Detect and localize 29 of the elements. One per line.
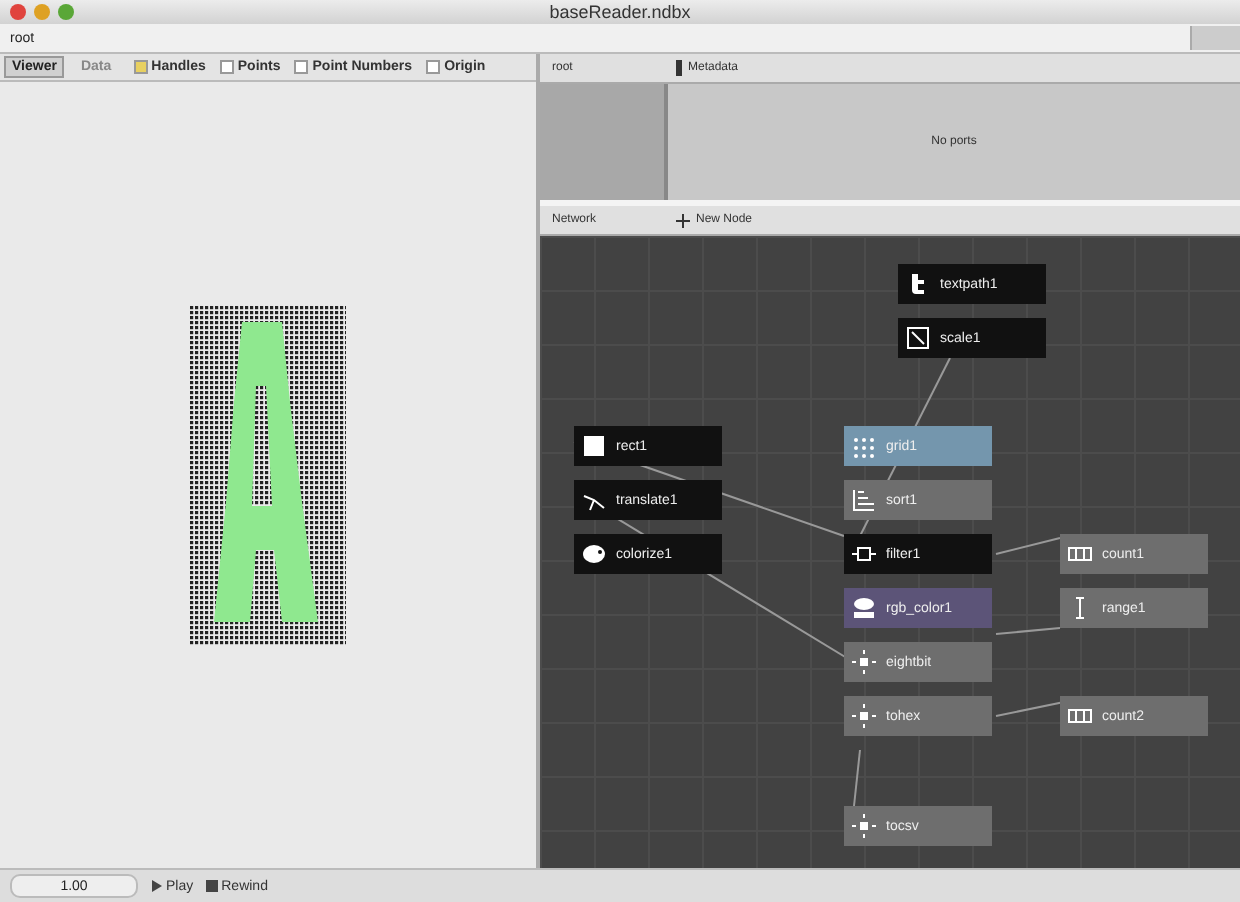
connection-line <box>853 749 861 807</box>
play-icon <box>150 880 162 892</box>
connection-line <box>995 537 1061 555</box>
connection-line <box>995 627 1061 635</box>
stop-icon <box>205 880 218 892</box>
square-icon <box>582 434 606 458</box>
plus-icon <box>676 213 690 227</box>
window-title: baseReader.ndbx <box>549 2 691 22</box>
connection-line <box>995 701 1065 717</box>
checkbox[interactable] <box>219 60 234 74</box>
checkbox[interactable] <box>294 60 309 74</box>
zoom-button[interactable] <box>58 4 74 20</box>
checkbox[interactable] <box>426 60 441 74</box>
close-button[interactable] <box>10 4 26 20</box>
grid-icon <box>852 434 876 458</box>
filter-icon <box>852 542 876 566</box>
cross-dots-icon <box>852 704 876 728</box>
letter-t-icon <box>906 272 930 296</box>
scale-icon <box>906 326 930 350</box>
checkbox[interactable] <box>133 60 148 74</box>
cross-dots-icon <box>852 814 876 838</box>
cross-dots-icon <box>852 650 876 674</box>
sort-icon <box>852 488 876 512</box>
path-button[interactable] <box>1190 26 1240 50</box>
counter-icon <box>1068 704 1092 728</box>
palette-icon <box>582 542 606 566</box>
counter-icon <box>1068 542 1092 566</box>
rgb-palette-icon <box>852 596 876 620</box>
minimize-button[interactable] <box>34 4 50 20</box>
